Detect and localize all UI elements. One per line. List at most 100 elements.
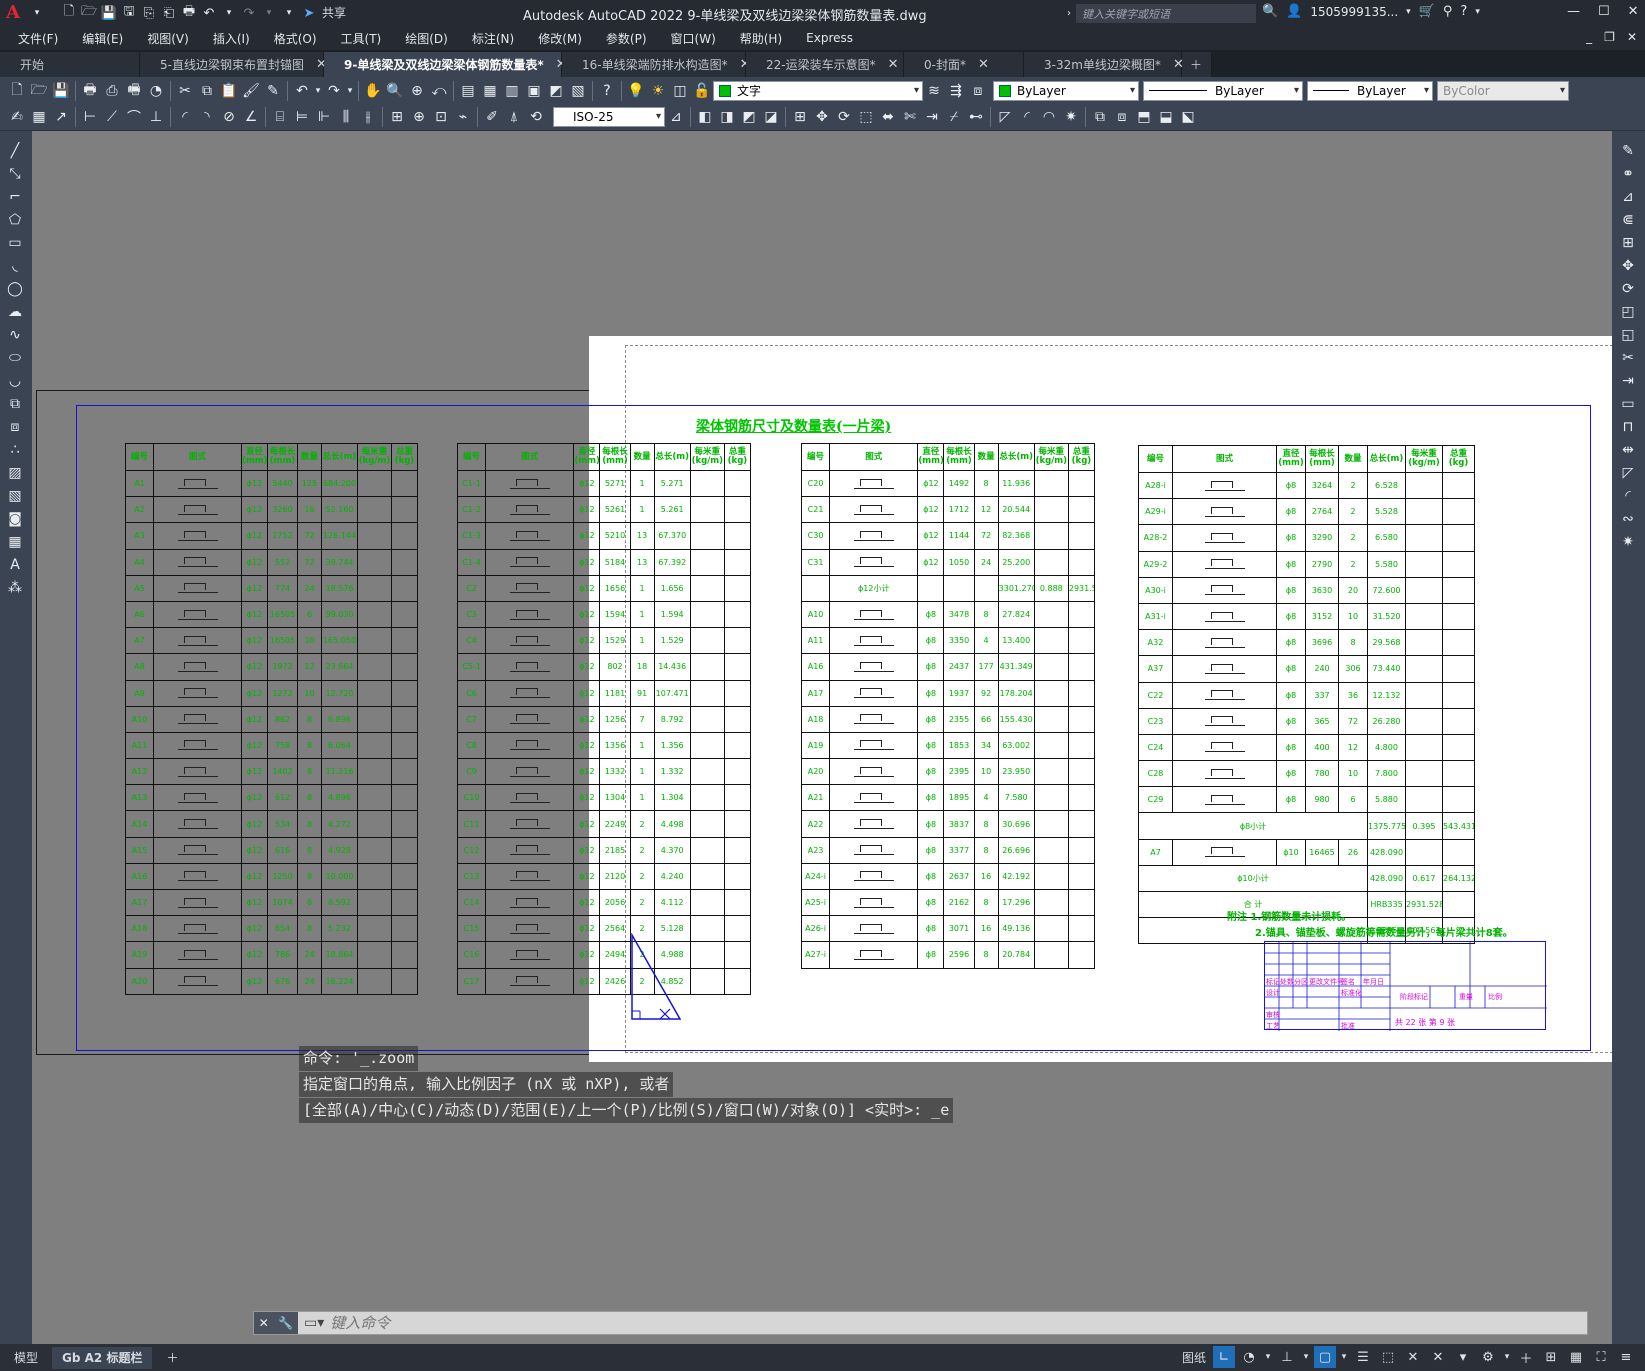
layer-previous-icon[interactable]: ⇶ — [945, 80, 967, 102]
dim-update-icon[interactable]: ⟲ — [525, 106, 547, 128]
drawing-canvas[interactable]: 梁体钢筋尺寸及数量表(一片梁) 编号 图式 直径(mm) 每根长(mm) 数量 总长(m)… — [32, 131, 1612, 1344]
copy-object-icon[interactable]: ◨ — [716, 106, 738, 128]
properties-icon[interactable]: ▤ — [457, 80, 479, 102]
revision-cloud-icon[interactable]: ☁ — [4, 301, 26, 323]
qnew-icon[interactable]: 🗋 — [6, 80, 28, 102]
fillet-icon[interactable]: ◜ — [1617, 485, 1639, 507]
cut-icon[interactable]: ✂ — [174, 80, 196, 102]
object-snap-icon[interactable]: ▢ — [1314, 1346, 1336, 1368]
continue-dim-icon[interactable]: ⊩ — [313, 106, 335, 128]
menu-parametric[interactable]: 参数(P) — [594, 30, 659, 47]
close-tab-icon[interactable]: ✕ — [978, 57, 989, 72]
plot-icon[interactable]: 🖶 — [180, 4, 198, 22]
paper-space-toggle[interactable]: 图纸 — [1182, 1349, 1206, 1366]
menu-express[interactable]: Express — [794, 31, 865, 45]
layer-states-icon[interactable]: ⧈ — [967, 80, 989, 102]
rotate-icon[interactable]: ⟳ — [833, 106, 855, 128]
table-icon[interactable]: ▦ — [4, 531, 26, 553]
color-dropdown[interactable]: ByLayer ▾ — [993, 80, 1139, 101]
close-icon[interactable]: ✕ — [1628, 4, 1639, 19]
linear-dim-icon[interactable]: ⊢ — [79, 106, 101, 128]
lineweight-dropdown[interactable]: ByLayer ▾ — [1307, 80, 1433, 101]
copy-icon[interactable]: ⚭ — [1617, 163, 1639, 185]
user-dropdown-icon[interactable]: ▾ — [1406, 7, 1411, 17]
undo-icon[interactable]: ↶ — [200, 4, 218, 22]
ortho-grid-icon[interactable]: ∟ — [1213, 1346, 1235, 1368]
tab-file-active[interactable]: 9-单线梁及双线边梁梁体钢筋数量表*✕ — [324, 52, 567, 77]
markup-icon[interactable]: ◩ — [545, 80, 567, 102]
tab-file[interactable]: 22-运梁装车示意图* ✕ — [746, 52, 904, 77]
3d-dwf-icon[interactable]: ◔ — [145, 80, 167, 102]
auto-scale-icon[interactable]: ✕ — [1427, 1346, 1449, 1368]
fullscreen-icon[interactable]: ⛶ — [1590, 1346, 1612, 1368]
annotation-monitor-icon[interactable]: ＋ — [1515, 1346, 1537, 1368]
close-command-line-icon[interactable]: ✕ — [259, 1316, 269, 1330]
polygon-icon[interactable]: ⬠ — [4, 209, 26, 231]
save-web-icon[interactable]: ⎗ — [160, 4, 178, 22]
dimstyle-dropdown[interactable]: ISO-25 ▾ — [553, 107, 665, 127]
insert-block-icon[interactable]: ⧉ — [4, 393, 26, 415]
gradient-icon[interactable]: ▧ — [4, 485, 26, 507]
tool-palettes-icon[interactable]: ▥ — [501, 80, 523, 102]
spline-icon[interactable]: ∿ — [4, 324, 26, 346]
dim-break-icon[interactable]: ⫲ — [357, 106, 379, 128]
text-front-icon[interactable]: ⬕ — [1177, 106, 1199, 128]
stretch-icon[interactable]: ◱ — [1617, 324, 1639, 346]
mirror-icon[interactable]: ⊿ — [1617, 186, 1639, 208]
annotation-visibility-icon[interactable]: ✕ — [1402, 1346, 1424, 1368]
layout-tab-active[interactable]: Gb A2 标题栏 — [52, 1346, 153, 1369]
move-icon[interactable]: ✥ — [1617, 255, 1639, 277]
erase-icon[interactable]: ✎ — [1617, 140, 1639, 162]
ordinate-dim-icon[interactable]: ⊥ — [145, 106, 167, 128]
menu-format[interactable]: 格式(O) — [262, 30, 329, 47]
dropdown-icon[interactable]: ▾ — [1301, 1346, 1311, 1368]
doc-close-icon[interactable]: ✕ — [1627, 30, 1637, 44]
user-name[interactable]: 1505999135... — [1310, 5, 1398, 19]
dropdown-icon[interactable]: ▾ — [1339, 1346, 1349, 1368]
stretch-icon[interactable]: ⬌ — [877, 106, 899, 128]
jogged-dim-icon[interactable]: ◝ — [196, 106, 218, 128]
quickcalc-icon[interactable]: ▧ — [567, 80, 589, 102]
plot-preview-icon[interactable]: ⎙ — [101, 80, 123, 102]
maximize-icon[interactable]: ☐ — [1598, 4, 1610, 19]
isodraft-icon[interactable]: ⊥ — [1276, 1346, 1298, 1368]
angular-dim-icon[interactable]: ∠ — [240, 106, 262, 128]
offset-icon[interactable]: ◪ — [760, 106, 782, 128]
paste-icon[interactable]: 📋 — [218, 80, 240, 102]
menu-file[interactable]: 文件(F) — [0, 30, 70, 47]
trim-icon[interactable]: ✂ — [1617, 347, 1639, 369]
dim-style-manager-icon[interactable]: ⊿ — [665, 106, 687, 128]
user-icon[interactable]: 👤 — [1286, 4, 1302, 19]
autocad-logo[interactable]: A — [6, 2, 28, 24]
blend-icon[interactable]: ◠ — [1038, 106, 1060, 128]
design-center-icon[interactable]: ▦ — [479, 80, 501, 102]
construction-line-icon[interactable]: ⤡ — [4, 163, 26, 185]
tab-file[interactable]: 3-32m单线边梁概图* ✕ — [1024, 52, 1184, 77]
arc-length-icon[interactable]: ⌒ — [123, 106, 145, 128]
ellipse-icon[interactable]: ⬭ — [4, 347, 26, 369]
menu-view[interactable]: 视图(V) — [135, 30, 201, 47]
send-under-icon[interactable]: ⬓ — [1155, 106, 1177, 128]
dropdown-icon[interactable]: ▾ — [1502, 1346, 1512, 1368]
join-icon[interactable]: ⊷ — [965, 106, 987, 128]
zoom-realtime-icon[interactable]: 🔍 — [384, 80, 406, 102]
plot-icon[interactable]: 🖶 — [79, 80, 101, 102]
open-icon[interactable]: 🗁 — [28, 80, 50, 102]
cart-icon[interactable]: 🛒 — [1419, 4, 1435, 19]
table-style-icon[interactable]: ▦ — [28, 106, 50, 128]
zoom-window-icon[interactable]: ⊕ — [406, 80, 428, 102]
block-editor-icon[interactable]: ✎ — [262, 80, 284, 102]
annotation-scale-icon[interactable]: ▾ — [1452, 1346, 1474, 1368]
menu-edit[interactable]: 编辑(E) — [70, 30, 135, 47]
mtext-icon[interactable]: A — [4, 554, 26, 576]
plotstyle-dropdown[interactable]: ByColor ▾ — [1437, 80, 1569, 101]
layer-viewport-icon[interactable]: ◫ — [669, 80, 691, 102]
break-icon[interactable]: ⊓ — [1617, 416, 1639, 438]
close-tab-icon[interactable]: ✕ — [888, 57, 899, 72]
tab-file[interactable]: 0-封面* ✕ — [904, 52, 1024, 77]
app-menu-arrow-icon[interactable]: ▾ — [28, 4, 46, 22]
copy-icon[interactable]: ⧉ — [196, 80, 218, 102]
menu-dimension[interactable]: 标注(N) — [460, 30, 526, 47]
draworder-front-icon[interactable]: ⧉ — [1089, 106, 1111, 128]
match-properties-icon[interactable]: 🖌 — [240, 80, 262, 102]
